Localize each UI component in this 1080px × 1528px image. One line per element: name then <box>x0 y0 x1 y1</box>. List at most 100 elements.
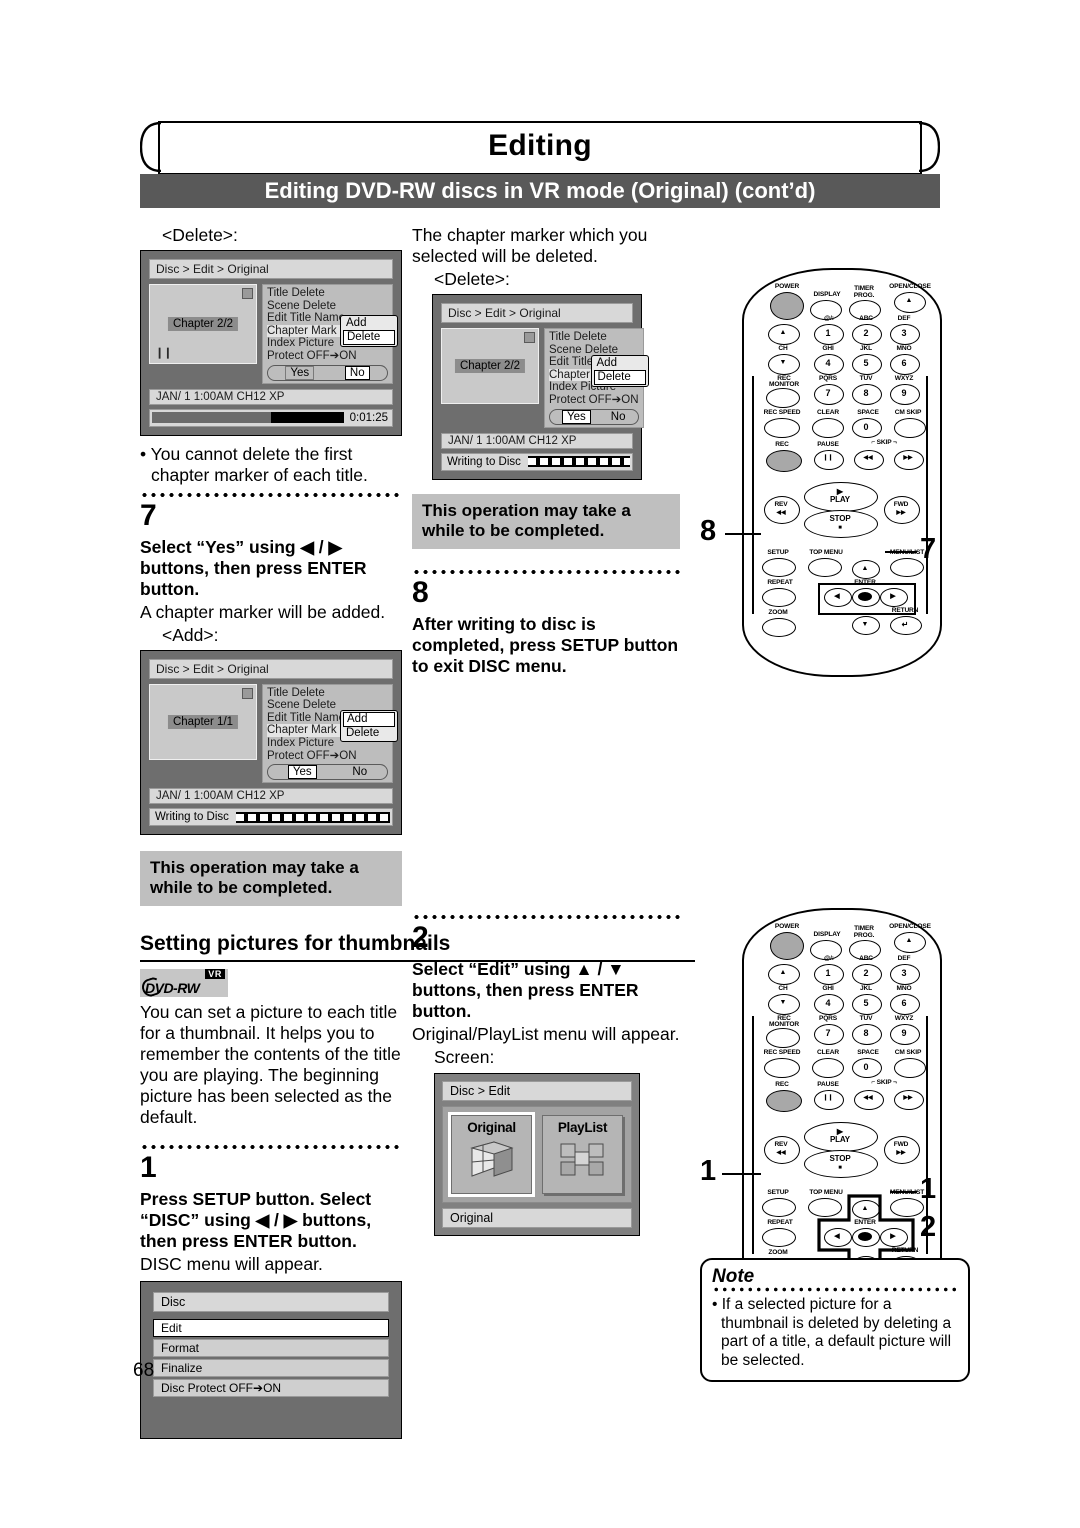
screen-status: JAN/ 1 1:00AM CH12 XP <box>149 788 393 805</box>
rec-button[interactable] <box>766 1090 802 1112</box>
page-header-banner: Editing <box>140 121 940 175</box>
screen-breadcrumb: Disc > Edit > Original <box>149 259 393 279</box>
keypad-label-8: TUV <box>859 375 873 382</box>
popup-add-option[interactable]: Add <box>343 711 395 727</box>
popup-add-option[interactable]: Add <box>343 317 395 330</box>
skip-label: ⌐ SKIP ¬ <box>871 439 897 446</box>
original-block-icon <box>469 1140 514 1177</box>
top-menu-button[interactable] <box>808 558 842 577</box>
fwd-icon: ▶▶ <box>896 510 906 516</box>
stop-label: STOP <box>829 514 851 523</box>
clear-button[interactable] <box>812 418 844 438</box>
screen-status: JAN/ 1 1:00AM CH12 XP <box>441 432 633 449</box>
disc-menu-item-finalize[interactable]: Finalize <box>153 1359 389 1378</box>
keypad-label-4: GHI <box>822 345 834 352</box>
repeat-button[interactable] <box>762 588 796 607</box>
cm-skip-button[interactable] <box>894 1058 926 1078</box>
playlist-card[interactable]: PlayList <box>542 1114 623 1194</box>
power-button[interactable] <box>770 932 804 960</box>
logo-format: DVD-RW <box>145 980 200 997</box>
note-box: Note • If a selected picture for a thumb… <box>700 1258 970 1382</box>
zoom-button[interactable] <box>762 618 796 637</box>
popup-add-option[interactable]: Add <box>594 357 646 370</box>
no-button[interactable]: No <box>611 411 626 423</box>
op-card-area: Original PlayList <box>442 1105 632 1203</box>
pause-label: PAUSE <box>817 441 839 448</box>
rev-label: REV <box>774 1141 788 1148</box>
popup-delete-option[interactable]: Delete <box>343 727 395 740</box>
keypad-num-9: 9 <box>901 388 907 398</box>
menu-list-button[interactable] <box>890 558 924 577</box>
cannot-delete-note: • You cannot delete the first chapter ma… <box>140 443 368 485</box>
step-7-instruction: Select “Yes” using ◀ / ▶ buttons, then p… <box>140 536 367 599</box>
power-button[interactable] <box>770 292 804 320</box>
keypad-label-9: WXYZ <box>894 1015 914 1022</box>
keypad-num-0: 0 <box>863 422 869 432</box>
disc-menu-title: Disc <box>153 1292 389 1313</box>
return-icon: ↵ <box>901 620 909 629</box>
menu-item[interactable]: Title Delete <box>267 287 388 300</box>
page-title: Editing <box>488 129 592 162</box>
remote-control-diagram-1: POWER DISPLAY TIMER PROG. OPEN/CLOSE ▲ ▲ CH ▼ REC… <box>742 268 942 677</box>
repeat-label: REPEAT <box>767 579 793 586</box>
keypad-num-1: 1 <box>825 968 831 978</box>
rec-monitor-button[interactable] <box>766 388 800 408</box>
yes-button[interactable]: Yes <box>562 409 591 424</box>
menu-item[interactable]: Title Delete <box>267 687 388 700</box>
zoom-label: ZOOM <box>768 609 788 616</box>
rec-button[interactable] <box>766 450 802 472</box>
original-card-label: Original <box>467 1119 516 1135</box>
menu-item[interactable]: Protect OFF➔ON <box>267 350 388 363</box>
rec-label: REC <box>775 441 789 448</box>
rec-speed-button[interactable] <box>764 418 800 438</box>
screen-delete-writing: Disc > Edit > Original Chapter 2/2 Title… <box>432 294 649 480</box>
repeat-button[interactable] <box>762 1228 796 1247</box>
timer-prog-label: PROG. <box>853 292 875 299</box>
skip-back-icon: ◀◀ <box>863 1095 873 1101</box>
no-button[interactable]: No <box>352 766 367 778</box>
menu-item[interactable]: Protect OFF➔ON <box>549 394 639 407</box>
no-button[interactable]: No <box>344 365 370 380</box>
original-card[interactable]: Original <box>448 1111 535 1197</box>
yes-button[interactable]: Yes <box>285 365 315 380</box>
rec-speed-button[interactable] <box>764 1058 800 1078</box>
screen-status: JAN/ 1 1:00AM CH12 XP <box>149 388 393 405</box>
clear-label: CLEAR <box>817 1049 839 1056</box>
play-icon: ▶ <box>836 487 844 496</box>
keypad-label-6: MNO <box>896 985 912 992</box>
disc-menu-item-edit[interactable]: Edit <box>153 1319 389 1338</box>
menu-item[interactable]: Protect OFF➔ON <box>267 750 388 763</box>
keypad-num-0: 0 <box>863 1062 869 1072</box>
menu-item[interactable]: Scene Delete <box>267 300 388 313</box>
power-label: POWER <box>774 923 800 930</box>
callout-2-down: 2 <box>920 1211 937 1243</box>
chapter-marker-intro: The chapter marker which you selected wi… <box>412 225 648 266</box>
rec-monitor-button[interactable] <box>766 1028 800 1048</box>
skip-fwd-icon: ▶▶ <box>903 455 913 461</box>
cm-skip-button[interactable] <box>894 418 926 438</box>
top-menu-label: TOP MENU <box>809 549 843 556</box>
display-label: DISPLAY <box>813 931 841 938</box>
keypad-num-8: 8 <box>863 1028 869 1038</box>
keypad-num-7: 7 <box>825 388 831 398</box>
step-7-number: 7 <box>140 498 157 532</box>
arrow-down-icon: ▼ <box>861 621 869 628</box>
popup-delete-option[interactable]: Delete <box>593 370 646 385</box>
section-subtitle-bar: Editing DVD-RW discs in VR mode (Origina… <box>140 174 940 208</box>
screen-progress: Writing to Disc <box>149 808 393 827</box>
setup-button[interactable] <box>762 1198 796 1217</box>
setup-button[interactable] <box>762 558 796 577</box>
disc-menu-item-format[interactable]: Format <box>153 1339 389 1358</box>
fwd-icon: ▶▶ <box>896 1150 906 1156</box>
pause-icon: ❙❙ <box>822 455 834 461</box>
menu-item[interactable]: Title Delete <box>549 331 639 344</box>
yes-button[interactable]: Yes <box>287 765 317 780</box>
section-subtitle: Editing DVD-RW discs in VR mode (Origina… <box>264 178 816 203</box>
callout-leader <box>722 1173 761 1176</box>
disc-menu-item-protect[interactable]: Disc Protect OFF➔ON <box>153 1379 389 1398</box>
yes-no-row: Yes No <box>549 408 639 425</box>
screen-preview: Chapter 2/2 ❙❙ <box>149 284 257 364</box>
popup-delete-option[interactable]: Delete <box>343 330 395 345</box>
chapter-mark-popup: Add Delete <box>340 709 398 742</box>
clear-button[interactable] <box>812 1058 844 1078</box>
